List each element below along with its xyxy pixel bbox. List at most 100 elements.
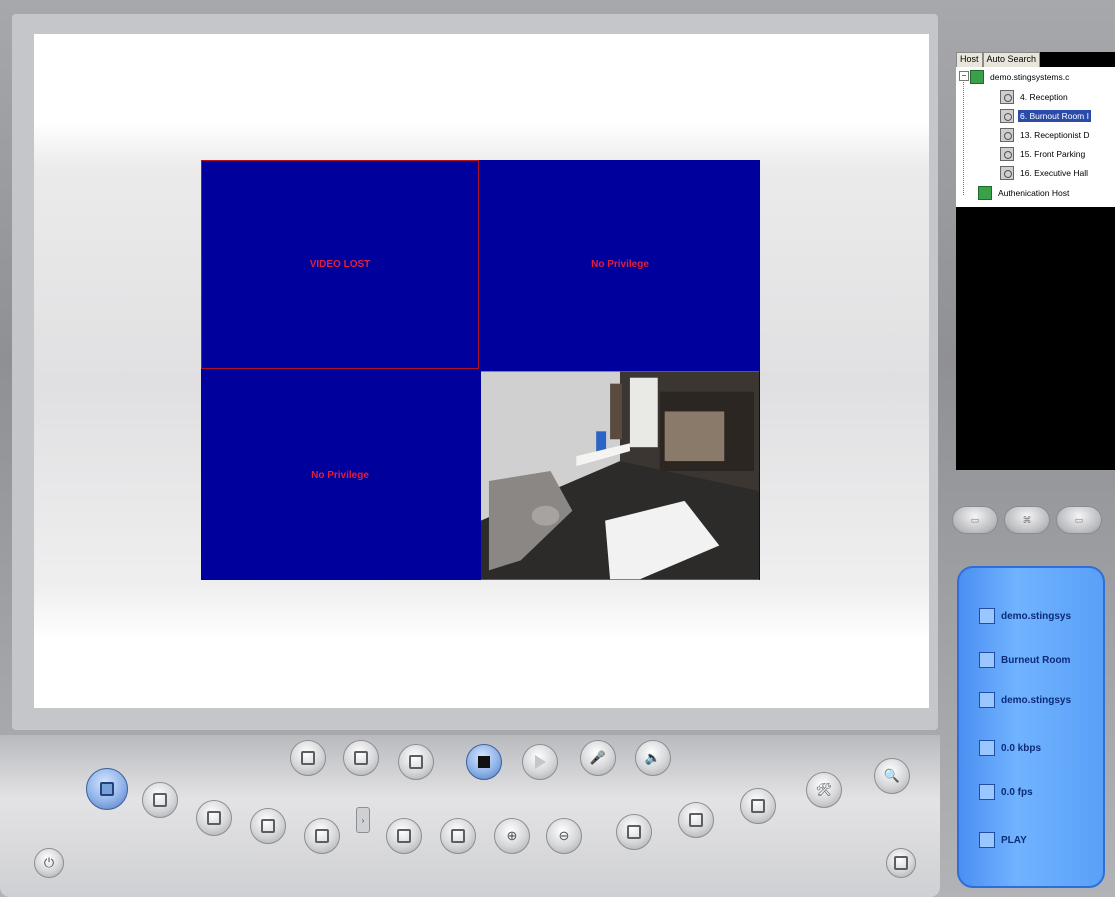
chevron-right-icon: › <box>361 815 365 825</box>
stop-icon <box>478 756 490 768</box>
record-icon <box>354 751 368 765</box>
info-host: demo.stingsys <box>1001 610 1072 622</box>
framerate-icon <box>979 784 995 800</box>
record-button[interactable] <box>343 740 379 776</box>
window-icon <box>894 856 908 870</box>
save-button[interactable] <box>398 744 434 780</box>
info-camera: Burneut Room <box>1001 654 1071 666</box>
layout-1x1-button[interactable] <box>86 768 128 810</box>
microphone-icon: 🎤 <box>589 750 607 765</box>
tree-camera-item[interactable]: 4. Reception <box>1000 88 1070 106</box>
tree-camera-item[interactable]: 13. Receptionist D <box>1000 126 1091 144</box>
no-privilege-message: No Privilege <box>311 470 369 481</box>
video-cell-1[interactable]: VIDEO LOST <box>201 160 479 369</box>
camera-label: 16. Executive Hall <box>1020 168 1089 178</box>
camera-icon <box>1000 109 1014 123</box>
server-icon <box>979 608 995 624</box>
camera-label: 15. Front Parking <box>1020 149 1086 159</box>
bitrate-icon <box>979 740 995 756</box>
info-button[interactable] <box>616 814 652 850</box>
app-window: VIDEO LOST No Privilege No Privilege Hos… <box>0 0 1115 897</box>
info-server-row: demo.stingsys <box>979 692 1071 708</box>
tools-icon: 🛠 <box>815 782 833 797</box>
tree-camera-item[interactable]: 16. Executive Hall <box>1000 164 1090 182</box>
tree-host-node[interactable]: demo.stingsystems.c <box>970 68 1071 86</box>
stop-button[interactable] <box>466 744 502 780</box>
auth-host-label: Authenication Host <box>998 188 1070 198</box>
info-server: demo.stingsys <box>1001 694 1072 706</box>
camera-icon <box>1000 128 1014 142</box>
layout-expand-toggle[interactable]: › <box>356 807 370 833</box>
playback-icon <box>689 813 703 827</box>
add-host-button[interactable]: ▭ <box>952 506 998 534</box>
add-host-icon: ▭ <box>970 514 980 525</box>
tree-camera-item-selected[interactable]: 6. Burnout Room I <box>1000 107 1091 125</box>
video-cell-3[interactable]: No Privilege <box>201 371 479 580</box>
layout-3x3-button[interactable] <box>250 808 286 844</box>
speaker-icon: 🔈 <box>644 750 662 765</box>
camera-icon <box>1000 166 1014 180</box>
speaker-button[interactable]: 🔈 <box>635 740 671 776</box>
playback-button[interactable] <box>678 802 714 838</box>
play-button[interactable] <box>522 744 558 780</box>
info-host-row: demo.stingsys <box>979 608 1071 624</box>
info-framerate: 0.0 fps <box>1001 786 1033 798</box>
edit-host-button[interactable]: ⌘ <box>1004 506 1050 534</box>
tree-auth-host[interactable]: Authenication Host <box>978 184 1071 202</box>
info-state: PLAY <box>1001 834 1027 846</box>
info-bitrate-row: 0.0 kbps <box>979 740 1041 756</box>
device-tree: − demo.stingsystems.c 4. Reception 6. Bu… <box>956 67 1115 207</box>
collapse-icon[interactable]: − <box>959 71 969 81</box>
grid-16-icon <box>315 829 329 843</box>
search-button[interactable]: 🔍 <box>874 758 910 794</box>
video-lost-message: VIDEO LOST <box>309 259 371 270</box>
info-framerate-row: 0.0 fps <box>979 784 1033 800</box>
add-device-icon <box>751 799 765 813</box>
zoom-add-button[interactable] <box>386 818 422 854</box>
snapshot-button[interactable] <box>290 740 326 776</box>
video-cell-4-live-feed[interactable] <box>481 371 759 580</box>
tree-camera-item[interactable]: 15. Front Parking <box>1000 145 1087 163</box>
host-server-icon <box>979 692 995 708</box>
host-icon <box>970 70 984 84</box>
layout-single-button[interactable] <box>196 800 232 836</box>
zoom-in-button[interactable]: ⊕ <box>494 818 530 854</box>
tree-action-row: ▭ ⌘ ▭ <box>952 494 1115 546</box>
search-icon: 🔍 <box>883 768 901 783</box>
camera-snapshot-icon <box>301 751 315 765</box>
info-camera-row: Burneut Room <box>979 652 1070 668</box>
no-privilege-message: No Privilege <box>591 259 649 270</box>
edit-host-icon: ⌘ <box>1022 514 1032 525</box>
tab-host[interactable]: Host <box>956 52 983 68</box>
status-info-panel: demo.stingsys Burneut Room demo.stingsys… <box>957 566 1105 888</box>
tree-line <box>963 75 964 195</box>
camera-icon <box>1000 147 1014 161</box>
camera-label: 4. Reception <box>1020 92 1068 102</box>
microphone-button[interactable]: 🎤 <box>580 740 616 776</box>
camera-label: 13. Receptionist D <box>1020 130 1090 140</box>
play-state-icon <box>979 832 995 848</box>
zoom-in-icon: ⊕ <box>506 828 518 843</box>
remove-view-icon <box>451 829 465 843</box>
remove-host-button[interactable]: ▭ <box>1056 506 1102 534</box>
zoom-out-button[interactable]: ⊖ <box>546 818 582 854</box>
host-label: demo.stingsystems.c <box>990 72 1070 82</box>
info-state-row: PLAY <box>979 832 1027 848</box>
tools-button[interactable]: 🛠 <box>806 772 842 808</box>
window-button[interactable] <box>886 848 916 878</box>
video-cell-2[interactable]: No Privilege <box>481 160 759 369</box>
auth-host-icon <box>978 186 992 200</box>
grid-9-icon <box>261 819 275 833</box>
play-icon <box>534 755 546 769</box>
info-icon <box>627 825 641 839</box>
power-icon: ⏻ <box>43 855 55 870</box>
tab-auto-search[interactable]: Auto Search <box>982 52 1041 68</box>
power-button[interactable]: ⏻ <box>34 848 64 878</box>
camera-feed-image <box>481 371 759 580</box>
info-bitrate: 0.0 kbps <box>1001 742 1042 754</box>
layout-2x2-button[interactable] <box>142 782 178 818</box>
add-device-button[interactable] <box>740 788 776 824</box>
camera-icon <box>1000 90 1014 104</box>
zoom-remove-button[interactable] <box>440 818 476 854</box>
layout-4x4-button[interactable] <box>304 818 340 854</box>
